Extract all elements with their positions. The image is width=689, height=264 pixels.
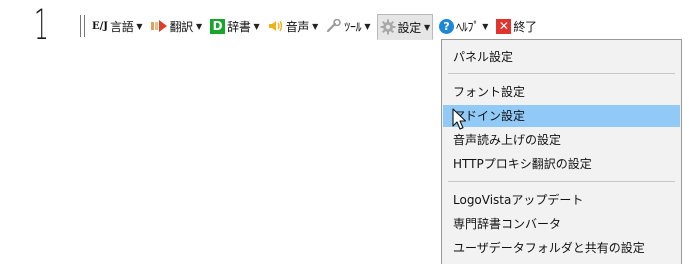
dictionary-icon: D: [210, 18, 226, 34]
chevron-down-icon: ▼: [364, 21, 371, 31]
toolbar-translate-button[interactable]: 翻訳 ▼: [149, 14, 205, 38]
toolbar-help-label: ﾍﾙﾌﾟ: [456, 19, 480, 34]
toolbar-dictionary-button[interactable]: D 辞書 ▼: [208, 14, 262, 38]
menu-item-user-data-folder[interactable]: ユーザデータフォルダと共有の設定: [443, 237, 680, 259]
chevron-down-icon: ▼: [423, 22, 431, 32]
toolbar-language-button[interactable]: E/J 言語 ▼: [90, 14, 145, 38]
toolbar-language-label: 言語: [110, 19, 134, 34]
step-number: 1: [34, 0, 49, 49]
menu-item-panel-settings[interactable]: パネル設定: [443, 46, 680, 68]
menu-separator: [448, 181, 675, 182]
screenshot-stage: 1 E/J 言語 ▼ 翻訳 ▼ D 辞書 ▼ 音声 ▼ ﾂｰﾙ ▼ 設定 ▼ ?…: [0, 0, 689, 264]
help-icon: ?: [439, 18, 455, 34]
toolbar-tool-label: ﾂｰﾙ: [344, 19, 362, 34]
menu-item-dictionary-converter[interactable]: 専門辞書コンバータ: [443, 213, 680, 235]
settings-dropdown-menu: パネル設定 フォント設定 アドイン設定 音声読み上げの設定 HTTPプロキシ翻訳…: [441, 39, 682, 264]
toolbar-voice-button[interactable]: 音声 ▼: [266, 14, 321, 38]
speaker-icon: [268, 19, 284, 33]
toolbar-help-button[interactable]: ? ﾍﾙﾌﾟ ▼: [437, 14, 490, 38]
chevron-down-icon: ▼: [312, 21, 319, 31]
menu-separator: [448, 73, 675, 74]
toolbar-settings-button[interactable]: 設定 ▼: [376, 14, 434, 40]
toolbar-translate-label: 翻訳: [169, 19, 194, 34]
toolbar-voice-label: 音声: [285, 19, 310, 34]
ej-language-icon: E/J: [92, 20, 109, 32]
chevron-down-icon: ▼: [195, 21, 203, 31]
toolbar-exit-button[interactable]: ✕ 終了: [494, 14, 538, 38]
translate-arrow-icon: [150, 19, 168, 33]
exit-icon: ✕: [496, 18, 512, 34]
menu-item-speech-settings[interactable]: 音声読み上げの設定: [443, 129, 680, 151]
tool-icon: [326, 19, 342, 33]
menu-item-http-proxy-settings[interactable]: HTTPプロキシ翻訳の設定: [443, 153, 680, 175]
chevron-down-icon: ▼: [253, 21, 260, 31]
menu-item-addin-settings[interactable]: アドイン設定: [443, 105, 680, 127]
toolbar-settings-label: 設定: [397, 20, 422, 35]
main-toolbar: E/J 言語 ▼ 翻訳 ▼ D 辞書 ▼ 音声 ▼ ﾂｰﾙ ▼ 設定 ▼ ? ﾍ…: [80, 12, 640, 40]
toolbar-grip-handle[interactable]: [80, 15, 85, 37]
toolbar-exit-label: 終了: [513, 19, 537, 34]
menu-item-logovista-update[interactable]: LogoVistaアップデート: [443, 189, 680, 211]
chevron-down-icon: ▼: [482, 21, 489, 31]
toolbar-dictionary-label: 辞書: [227, 19, 251, 34]
gear-icon: [380, 19, 396, 35]
chevron-down-icon: ▼: [136, 21, 143, 31]
menu-item-font-settings[interactable]: フォント設定: [443, 81, 680, 103]
toolbar-tool-button[interactable]: ﾂｰﾙ ▼: [324, 14, 372, 38]
